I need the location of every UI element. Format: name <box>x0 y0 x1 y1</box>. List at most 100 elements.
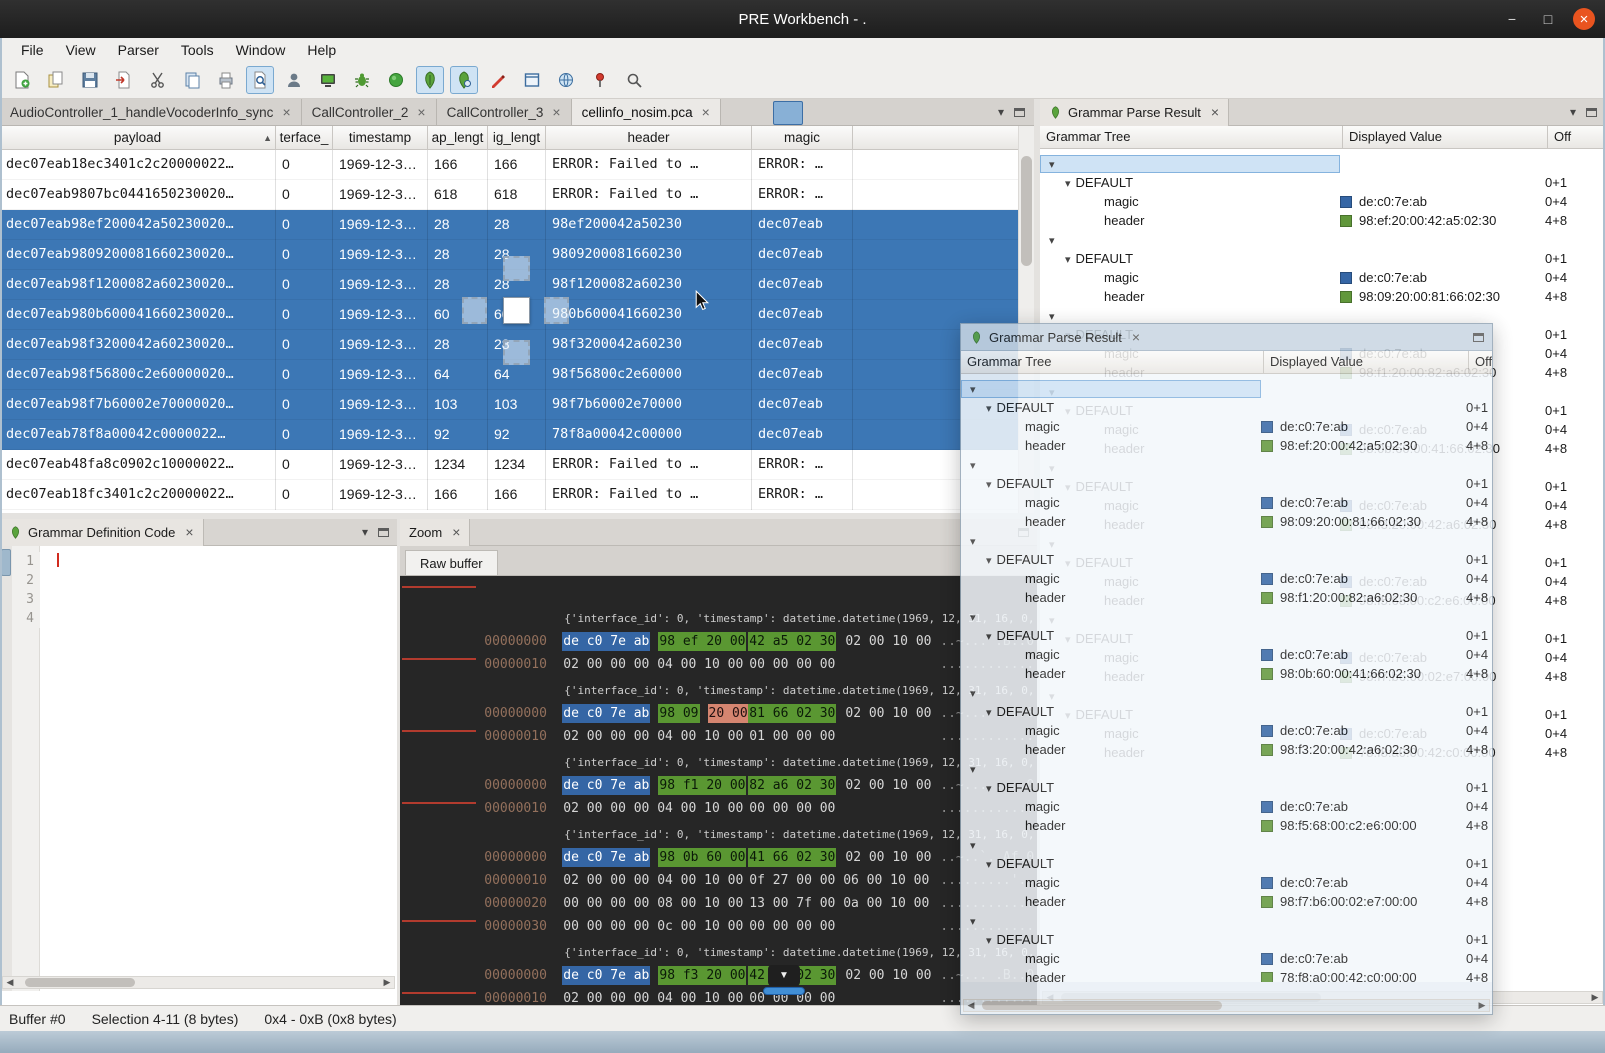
hex-line[interactable]: 00000000de c0 7e ab98 0b 60 0041 66 02 3… <box>406 823 1037 846</box>
hex-line[interactable]: 00000000de c0 7e ab98 f3 20 0042 a6 02 3… <box>406 941 1037 964</box>
tree-root-row[interactable]: ▾ <box>961 683 1492 702</box>
panel-titlebar[interactable]: Grammar Parse Result × <box>961 324 1492 351</box>
hex-line[interactable]: 0000001002 00 00 00 04 00 10 0000 00 00 … <box>406 630 1037 653</box>
code-horizontal-scrollbar[interactable]: ◀ ▶ <box>2 976 395 989</box>
chevron-down-icon[interactable]: ▾ <box>986 935 992 947</box>
screenshot-icon[interactable] <box>314 66 342 94</box>
chevron-down-icon[interactable]: ▾ <box>986 783 992 795</box>
grammar-parse-icon[interactable] <box>450 66 478 94</box>
menu-item[interactable]: File <box>10 38 55 62</box>
find-in-page-icon[interactable] <box>246 66 274 94</box>
table-row[interactable]: dec07eab98ef200042a50230020… 0 1969-12-3… <box>0 210 1018 240</box>
hex-view[interactable]: {'interface_id': 0, 'timestamp': datetim… <box>400 576 1037 1005</box>
hex-line[interactable]: 0000002000 00 00 00 08 00 10 0013 00 7f … <box>406 869 1037 892</box>
dock-guide-left[interactable] <box>462 297 487 324</box>
column-header[interactable]: ap_lengt <box>428 126 488 150</box>
document-tab[interactable]: CallController_3 × <box>437 99 572 125</box>
marker-icon[interactable] <box>484 66 512 94</box>
chevron-down-icon[interactable]: ▾ <box>1049 235 1055 247</box>
tree-column-header[interactable]: Grammar Tree <box>1040 126 1343 149</box>
hex-line[interactable]: {'interface_id': 0, 'timestamp': datetim… <box>406 918 1037 941</box>
panel-tab[interactable]: Grammar Parse Result × <box>1040 99 1229 126</box>
table-row[interactable]: dec07eab18fc3401c2c20000022… 0 1969-12-3… <box>0 480 1018 510</box>
tree-root-row[interactable]: ▾ <box>961 531 1492 550</box>
tree-field-row[interactable]: header 98:ef:20:00:42:a5:02:30 4+8 <box>961 436 1492 455</box>
close-panel-icon[interactable]: × <box>185 524 193 540</box>
close-tab-icon[interactable]: × <box>702 104 710 120</box>
grammar-icon[interactable] <box>416 66 444 94</box>
column-header[interactable]: header <box>546 126 752 150</box>
tree-root-row[interactable]: ▾ <box>961 455 1492 474</box>
chevron-down-icon[interactable]: ▾ <box>970 612 976 624</box>
chevron-down-icon[interactable]: ▾ <box>1049 159 1055 171</box>
menu-item[interactable]: Tools <box>170 38 225 62</box>
tree-default-row[interactable]: ▾DEFAULT 0+1 <box>961 398 1492 417</box>
scroll-left-icon[interactable]: ◀ <box>3 977 17 988</box>
menu-item[interactable]: Parser <box>107 38 170 62</box>
chevron-down-icon[interactable]: ▾ <box>970 840 976 852</box>
tab-list-icon[interactable]: ▾ <box>998 105 1004 119</box>
dock-guide-top[interactable] <box>503 256 530 281</box>
maximize-icon[interactable]: □ <box>1537 8 1559 30</box>
tree-field-row[interactable]: header 98:f3:20:00:42:a6:02:30 4+8 <box>961 740 1492 759</box>
tree-root-row[interactable]: ▾ <box>1040 230 1605 249</box>
tree-column-header[interactable]: Grammar Tree <box>961 351 1264 374</box>
dock-guide-center[interactable] <box>503 297 530 324</box>
hex-line[interactable]: 0000001002 00 00 00 04 00 10 0000 00 00 … <box>406 774 1037 797</box>
hex-line[interactable]: 0000001002 00 00 00 04 00 10 0001 00 00 … <box>406 702 1037 725</box>
hex-line[interactable]: 0000001002 00 00 00 04 00 10 0000 00 00 … <box>406 964 1037 987</box>
code-line[interactable]: 2 magic BYTES(size=(4), show="hex", colo… <box>12 571 397 590</box>
chevron-down-icon[interactable]: ▾ <box>986 403 992 415</box>
table-row[interactable]: dec07eab18ec3401c2c20000022… 0 1969-12-3… <box>0 150 1018 180</box>
titlebar[interactable]: PRE Workbench - . − □ × <box>0 0 1605 38</box>
tree-column-header[interactable]: Displayed Value <box>1264 351 1469 374</box>
tree-field-row[interactable]: magic de:c0:7e:ab 0+4 <box>961 873 1492 892</box>
float-horizontal-scrollbar[interactable]: ◀ ▶ <box>963 999 1490 1012</box>
scroll-right-icon[interactable]: ▶ <box>380 977 394 988</box>
chevron-down-icon[interactable]: ▾ <box>970 916 976 928</box>
tree-field-row[interactable]: header 98:f5:68:00:c2:e6:00:00 4+8 <box>961 816 1492 835</box>
table-row[interactable]: dec07eab98f7b60002e70000020… 0 1969-12-3… <box>0 390 1018 420</box>
window-icon[interactable] <box>518 66 546 94</box>
scrollbar-track[interactable] <box>978 1000 1475 1011</box>
hex-line[interactable]: {'interface_id': 0, 'timestamp': datetim… <box>406 728 1037 751</box>
detach-tab-icon[interactable] <box>1014 108 1025 117</box>
tree-field-row[interactable]: magic de:c0:7e:ab 0+4 <box>1040 192 1605 211</box>
table-row[interactable]: dec07eab78f8a00042c0000022… 0 1969-12-3…… <box>0 420 1018 450</box>
tree-field-row[interactable]: magic de:c0:7e:ab 0+4 <box>961 493 1492 512</box>
hex-line[interactable]: 0000001002 00 00 00 04 00 10 000f 27 00 … <box>406 846 1037 869</box>
tree-field-row[interactable]: magic de:c0:7e:ab 0+4 <box>1040 268 1605 287</box>
hex-line[interactable]: 00000000de c0 7e ab98 ef 20 0042 a5 02 3… <box>406 607 1037 630</box>
panel-menu-icon[interactable]: ▾ <box>1570 105 1576 119</box>
code-editor[interactable]: 1 struct (endianness="<"){ 2 magic BYTES… <box>0 546 397 991</box>
user-icon[interactable] <box>280 66 308 94</box>
tree-default-row[interactable]: ▾DEFAULT 0+1 <box>961 474 1492 493</box>
chevron-down-icon[interactable]: ▾ <box>1065 178 1071 190</box>
dock-guide-bottom[interactable] <box>503 340 530 365</box>
chevron-down-icon[interactable]: ▾ <box>970 384 976 396</box>
tree-field-row[interactable]: magic de:c0:7e:ab 0+4 <box>961 721 1492 740</box>
hex-line[interactable]: 00000000de c0 7e ab98 f1 20 0082 a6 02 3… <box>406 751 1037 774</box>
chevron-down-icon[interactable]: ▾ <box>986 479 992 491</box>
float-panel-icon[interactable] <box>378 528 389 537</box>
tree-root-row[interactable]: ▾ <box>961 835 1492 854</box>
tree-field-row[interactable]: header 98:ef:20:00:42:a5:02:30 4+8 <box>1040 211 1605 230</box>
tree-field-row[interactable]: magic de:c0:7e:ab 0+4 <box>961 645 1492 664</box>
float-panel-icon[interactable] <box>1473 333 1484 342</box>
tree-root-row[interactable]: ▾ <box>961 911 1492 930</box>
scrollbar-thumb[interactable] <box>982 1001 1222 1010</box>
code-line[interactable]: 1 struct (endianness="<"){ <box>12 552 397 571</box>
print-icon[interactable] <box>212 66 240 94</box>
panel-titlebar[interactable]: Grammar Definition Code × ▾ <box>0 519 397 546</box>
close-tab-icon[interactable]: × <box>552 104 560 120</box>
table-row[interactable]: dec07eab9807bc0441650230020… 0 1969-12-3… <box>0 180 1018 210</box>
panel-menu-icon[interactable]: ▾ <box>362 525 368 539</box>
column-header[interactable]: payload ▲ <box>0 126 276 150</box>
table-row[interactable]: dec07eab48fa8c0902c10000022… 0 1969-12-3… <box>0 450 1018 480</box>
import-icon[interactable] <box>110 66 138 94</box>
search-icon[interactable] <box>620 66 648 94</box>
tree-column-header[interactable]: Off <box>1548 126 1605 149</box>
tree-root-row[interactable]: ▾ <box>961 379 1492 398</box>
panel-tab[interactable]: Zoom × <box>400 519 470 546</box>
web-icon[interactable] <box>552 66 580 94</box>
